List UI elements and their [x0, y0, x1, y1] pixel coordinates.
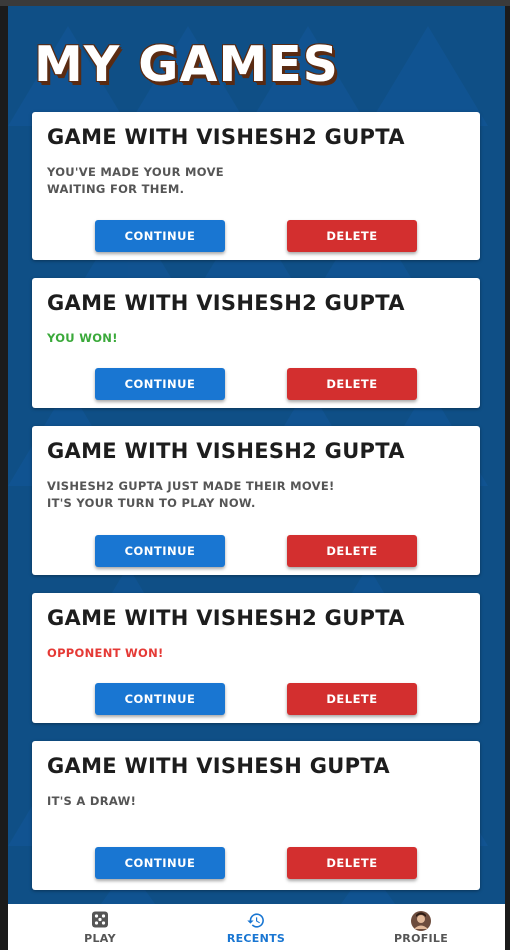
- avatar: [411, 911, 431, 931]
- continue-button[interactable]: CONTINUE: [95, 368, 225, 400]
- game-status-line: IT'S A DRAW!: [47, 794, 137, 808]
- game-card: GAME WITH VISHESH GUPTA IT'S A DRAW! CONTI…: [32, 741, 480, 890]
- app-screen: MY GAMES GAME WITH VISHESH2 GUPTA YOU'VE …: [8, 6, 505, 950]
- game-status-line: IT'S YOUR TURN TO PLAY NOW.: [47, 496, 256, 510]
- nav-play[interactable]: PLAY: [30, 904, 170, 950]
- history-icon: [247, 913, 264, 928]
- delete-button[interactable]: DELETE: [287, 368, 417, 400]
- game-card: GAME WITH VISHESH2 GUPTA VISHESH2 GUPTA J…: [32, 426, 480, 575]
- continue-button[interactable]: CONTINUE: [95, 683, 225, 715]
- game-status-message: VISHESH2 GUPTA JUST MADE THEIR MOVE! IT'S…: [47, 478, 335, 512]
- game-card-title: GAME WITH VISHESH2 GUPTA: [47, 291, 405, 315]
- game-card: GAME WITH VISHESH2 GUPTA YOU WON! CONTINUE…: [32, 278, 480, 408]
- game-card: GAME WITH VISHESH2 GUPTA OPPONENT WON! CON…: [32, 593, 480, 723]
- nav-recents[interactable]: RECENTS: [186, 904, 326, 950]
- game-status-message: IT'S A DRAW!: [47, 793, 136, 810]
- nav-profile-label: PROFILE: [393, 932, 449, 945]
- bottom-nav: PLAY RECENTS PROFILE: [8, 904, 505, 950]
- delete-button[interactable]: DELETE: [287, 683, 417, 715]
- game-status-message: YOU WON!: [47, 330, 118, 347]
- game-status-line: OPPONENT WON!: [47, 646, 164, 660]
- nav-play-label: PLAY: [84, 932, 116, 945]
- game-card: GAME WITH VISHESH2 GUPTA YOU'VE MADE YOUR…: [32, 112, 480, 260]
- game-status-message: YOU'VE MADE YOUR MOVE WAITING FOR THEM.: [47, 164, 224, 198]
- continue-button[interactable]: CONTINUE: [95, 535, 225, 567]
- game-card-title: GAME WITH VISHESH2 GUPTA: [47, 439, 405, 463]
- continue-button[interactable]: CONTINUE: [95, 220, 225, 252]
- page-title: MY GAMES: [34, 36, 339, 93]
- game-card-title: GAME WITH VISHESH GUPTA: [47, 754, 390, 778]
- nav-recents-label: RECENTS: [226, 932, 286, 945]
- nav-profile[interactable]: PROFILE: [351, 904, 491, 950]
- game-card-title: GAME WITH VISHESH2 GUPTA: [47, 606, 405, 630]
- dice-icon: [92, 911, 108, 928]
- delete-button[interactable]: DELETE: [287, 535, 417, 567]
- game-status-message: OPPONENT WON!: [47, 645, 164, 662]
- game-status-line: VISHESH2 GUPTA JUST MADE THEIR MOVE!: [47, 479, 335, 493]
- game-card-title: GAME WITH VISHESH2 GUPTA: [47, 125, 405, 149]
- continue-button[interactable]: CONTINUE: [95, 847, 225, 879]
- game-status-line: YOU'VE MADE YOUR MOVE: [47, 165, 224, 179]
- game-status-line: YOU WON!: [47, 331, 118, 345]
- game-status-line: WAITING FOR THEM.: [47, 182, 185, 196]
- delete-button[interactable]: DELETE: [287, 220, 417, 252]
- delete-button[interactable]: DELETE: [287, 847, 417, 879]
